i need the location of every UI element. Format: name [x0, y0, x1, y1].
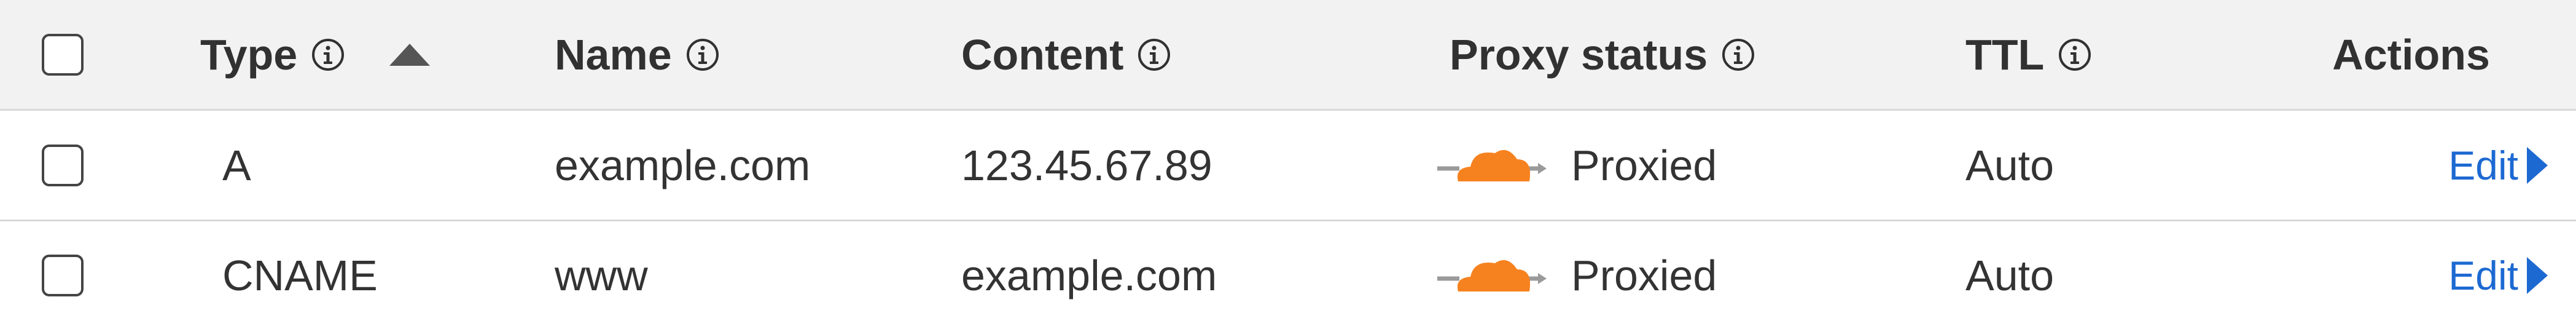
proxy-status-label: Proxied	[1571, 251, 1717, 299]
dns-records-table: Type Name Content Proxy status TTL Actio…	[0, 0, 2576, 329]
caret-right-icon	[2527, 146, 2548, 184]
record-ttl: Auto	[1965, 251, 2054, 299]
select-all-cell	[42, 0, 84, 109]
column-header-actions-label: Actions	[2332, 30, 2490, 79]
record-content: example.com	[961, 251, 1217, 299]
column-header-proxy-status-label: Proxy status	[1450, 30, 1708, 79]
column-header-proxy-status[interactable]: Proxy status	[1450, 0, 1755, 109]
column-header-type[interactable]: Type	[200, 0, 431, 109]
column-header-actions: Actions	[2332, 0, 2490, 109]
table-header: Type Name Content Proxy status TTL Actio…	[0, 0, 2576, 111]
column-header-ttl-label: TTL	[1965, 30, 2045, 79]
record-name: example.com	[555, 141, 811, 189]
edit-record-link[interactable]: Edit	[2448, 142, 2548, 189]
orange-cloud-icon	[1437, 149, 1547, 181]
record-actions: Edit	[2448, 111, 2548, 220]
row-select-cell	[42, 111, 84, 220]
record-actions: Edit	[2448, 221, 2548, 329]
proxy-status-label: Proxied	[1571, 141, 1717, 189]
caret-right-icon	[2527, 256, 2548, 294]
record-name: www	[555, 251, 648, 299]
edit-link-label: Edit	[2448, 142, 2518, 188]
info-icon[interactable]	[1721, 38, 1755, 72]
record-content: 123.45.67.89	[961, 141, 1212, 189]
table-row: CNAME www example.com Proxied Auto Edit	[0, 221, 2576, 329]
select-all-checkbox[interactable]	[42, 33, 84, 76]
record-type: CNAME	[222, 251, 378, 299]
record-proxy-status: Proxied	[1436, 111, 1717, 220]
column-header-type-label: Type	[200, 30, 298, 79]
column-header-content-label: Content	[961, 30, 1124, 79]
row-select-checkbox[interactable]	[42, 144, 84, 186]
column-header-name[interactable]: Name	[555, 0, 720, 109]
row-select-checkbox[interactable]	[42, 254, 84, 296]
sort-ascending-icon[interactable]	[388, 42, 431, 67]
table-row: A example.com 123.45.67.89 Proxied Auto …	[0, 111, 2576, 221]
edit-record-link[interactable]: Edit	[2448, 252, 2548, 299]
record-ttl: Auto	[1965, 141, 2054, 189]
record-proxy-status: Proxied	[1436, 221, 1717, 329]
column-header-content[interactable]: Content	[961, 0, 1171, 109]
info-icon[interactable]	[1137, 38, 1171, 72]
info-icon[interactable]	[685, 38, 720, 72]
column-header-name-label: Name	[555, 30, 672, 79]
orange-cloud-icon	[1437, 260, 1547, 291]
column-header-ttl[interactable]: TTL	[1965, 0, 2092, 109]
edit-link-label: Edit	[2448, 252, 2518, 298]
info-icon[interactable]	[311, 38, 345, 72]
row-select-cell	[42, 221, 84, 329]
record-type: A	[222, 141, 251, 189]
info-icon[interactable]	[2058, 38, 2092, 72]
